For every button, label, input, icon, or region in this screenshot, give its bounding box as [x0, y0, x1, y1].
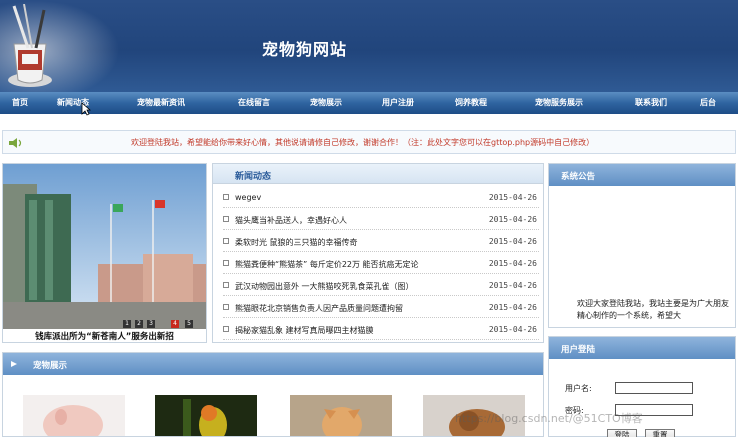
bullet-icon: [223, 304, 229, 310]
system-notice-title: 系统公告: [561, 172, 596, 182]
news-item[interactable]: 揭秘家猫乱象 建材写真局曝四主材猫膜 2015-04-26: [223, 320, 539, 340]
news-item-title[interactable]: wegev: [235, 193, 485, 202]
parrot-photo[interactable]: [155, 395, 257, 437]
news-panel: 新闻动态 wegev 2015-04-26 猫头鹰当补品送人，幸遇好心人 2015-…: [212, 163, 544, 343]
news-item-title[interactable]: 熊猫眼花北京销售负责人因产品质量问题遭拘留: [235, 303, 485, 314]
system-notice-text: 欢迎大家登陆我站，我站主要是为广大朋友精心制作的一个系统，希望大: [577, 299, 729, 320]
login-title: 用户登陆: [561, 345, 596, 355]
nav-home[interactable]: 首页: [12, 97, 28, 108]
notice-bar: 欢迎登陆我站，希望能给你带来好心情，其他说请请修自己修改，谢谢合作！（注：此处文…: [2, 130, 736, 154]
nav-contact[interactable]: 联系我们: [635, 97, 667, 108]
kitten-photo[interactable]: [290, 395, 392, 437]
nav-register[interactable]: 用户注册: [382, 97, 414, 108]
news-item-date: 2015-04-26: [488, 193, 537, 202]
news-item-date: 2015-04-26: [488, 215, 537, 224]
news-item[interactable]: 熊猫眼花北京销售负责人因产品质量问题遭拘留 2015-04-26: [223, 298, 539, 318]
pig-photo[interactable]: [23, 395, 125, 437]
speaker-icon: [9, 138, 22, 148]
nav-pet-info[interactable]: 宠物最新资讯: [137, 97, 185, 108]
arrow-icon: [11, 361, 17, 367]
bullet-icon: [223, 260, 229, 266]
news-item-date: 2015-04-26: [488, 237, 537, 246]
news-item-date: 2015-04-26: [488, 325, 537, 334]
pet-showcase-title: 宠物展示: [33, 361, 68, 371]
news-item[interactable]: wegev 2015-04-26: [223, 188, 539, 208]
nav-pet-display[interactable]: 宠物展示: [310, 97, 342, 108]
nav-guestbook[interactable]: 在线留言: [238, 97, 270, 108]
mouse-cursor-icon: [81, 102, 91, 116]
banner-page-2[interactable]: 2: [135, 320, 143, 328]
bullet-icon: [223, 326, 229, 332]
logo-cup-icon: [8, 4, 52, 87]
banner-page-1[interactable]: 1: [123, 320, 131, 328]
news-item-date: 2015-04-26: [488, 303, 537, 312]
bullet-icon: [223, 282, 229, 288]
news-item[interactable]: 柔软时光 鼠狼的三只猫的幸福传奇 2015-04-26: [223, 232, 539, 252]
banner-page-5[interactable]: 5: [185, 320, 193, 328]
news-item-title[interactable]: 熊猫粪便种“熊猫茶” 每斤定价22万 能否抗癌无定论: [235, 259, 485, 270]
notice-marquee-text: 欢迎登陆我站，希望能给你带来好心情，其他说请请修自己修改，谢谢合作！（注：此处文…: [131, 138, 595, 147]
news-item-title[interactable]: 揭秘家猫乱象 建材写真局曝四主材猫膜: [235, 325, 485, 336]
news-item-title[interactable]: 柔软时光 鼠狼的三只猫的幸福传奇: [235, 237, 485, 248]
login-button[interactable]: 登陆: [607, 429, 637, 437]
login-header: 用户登陆: [549, 337, 735, 359]
news-item-title[interactable]: 猫头鹰当补品送人，幸遇好心人: [235, 215, 485, 226]
news-panel-title: 新闻动态: [235, 172, 272, 182]
username-input[interactable]: [615, 382, 693, 394]
username-label: 用户名:: [565, 384, 592, 393]
nav-services[interactable]: 宠物服务展示: [535, 97, 583, 108]
banner-caption[interactable]: 钱库派出所为“新苍南人”服务出新招: [3, 330, 206, 342]
news-item[interactable]: 熊猫粪便种“熊猫茶” 每斤定价22万 能否抗癌无定论 2015-04-26: [223, 254, 539, 274]
news-item-title[interactable]: 武汉动物园出意外 一大熊猫咬死乳食菜孔雀（图）: [235, 281, 485, 292]
watermark: https://blog.csdn.net/@51CTO博客: [455, 412, 643, 425]
news-item-date: 2015-04-26: [488, 281, 537, 290]
nav-admin[interactable]: 后台: [700, 97, 716, 108]
bullet-icon: [223, 238, 229, 244]
main-nav: 首页 新闻动态 宠物最新资讯 在线留言 宠物展示 用户注册 饲养教程 宠物服务展…: [0, 92, 738, 114]
site-header: 宠物狗网站: [0, 0, 738, 92]
news-panel-header: 新闻动态: [213, 164, 543, 184]
pet-showcase-header: 宠物展示: [3, 353, 543, 375]
reset-button[interactable]: 重置: [645, 429, 675, 437]
banner-page-3[interactable]: 3: [147, 320, 155, 328]
system-notice-header: 系统公告: [549, 164, 735, 186]
site-title: 宠物狗网站: [262, 40, 348, 59]
banner-page-4[interactable]: 4: [171, 320, 179, 328]
news-item-date: 2015-04-26: [488, 259, 537, 268]
news-item[interactable]: 猫头鹰当补品送人，幸遇好心人 2015-04-26: [223, 210, 539, 230]
system-notice-panel: 系统公告 欢迎大家登陆我站，我站主要是为广大朋友精心制作的一个系统，希望大: [548, 163, 736, 328]
bullet-icon: [223, 216, 229, 222]
nav-tutorial[interactable]: 饲养教程: [455, 97, 487, 108]
bullet-icon: [223, 194, 229, 200]
banner-photo: [3, 164, 206, 329]
news-banner[interactable]: 1 2 3 4 5 钱库派出所为“新苍南人”服务出新招: [2, 163, 207, 343]
news-item[interactable]: 武汉动物园出意外 一大熊猫咬死乳食菜孔雀（图） 2015-04-26: [223, 276, 539, 296]
